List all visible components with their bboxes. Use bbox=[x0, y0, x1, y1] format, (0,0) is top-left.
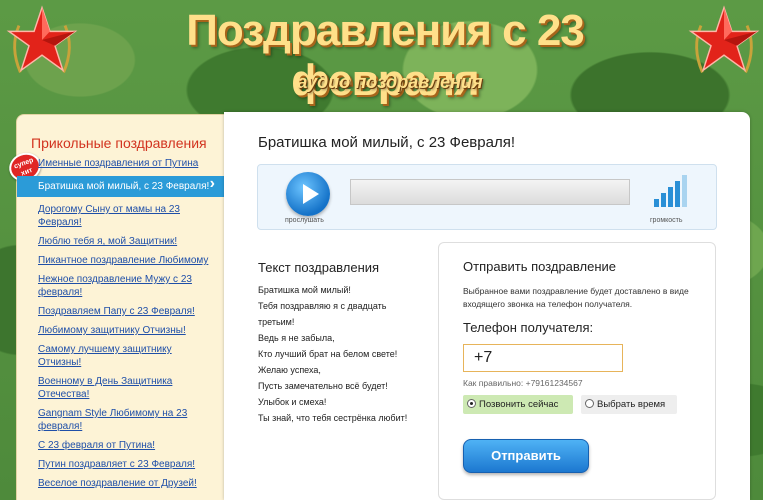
choose-time-option[interactable]: Выбрать время bbox=[581, 395, 677, 414]
send-title: Отправить поздравление bbox=[463, 259, 617, 274]
sidebar-item[interactable]: С 23 февраля от Путина! bbox=[17, 439, 225, 452]
radio-icon[interactable] bbox=[585, 399, 594, 408]
lyrics-text: Братишка мой милый! Тебя поздравляю я с … bbox=[258, 282, 428, 426]
lyrics-line: Пусть замечательно всё будет! bbox=[258, 381, 388, 391]
lyrics-line: Ты знай, что тебя сестрёнка любит! bbox=[258, 413, 408, 423]
phone-input[interactable] bbox=[463, 344, 623, 372]
sidebar-item[interactable]: Нежное поздравление Мужу с 23 февраля! bbox=[17, 273, 225, 299]
send-description: Выбранное вами поздравление будет достав… bbox=[463, 286, 689, 309]
lyrics-line: Улыбок и смеха! bbox=[258, 397, 327, 407]
site-subtitle: аудио поздравления bbox=[297, 72, 483, 92]
volume-icon[interactable] bbox=[654, 175, 688, 207]
call-now-label: Позвонить сейчас bbox=[479, 399, 559, 410]
play-button[interactable] bbox=[286, 172, 330, 216]
sidebar: Прикольные поздравления супер хит Именны… bbox=[5, 114, 225, 500]
lyrics-line: Братишка мой милый! bbox=[258, 285, 351, 295]
page-title: Братишка мой милый, с 23 Февраля! bbox=[258, 134, 515, 151]
site-header: Поздравления с 23 февраля аудио поздравл… bbox=[0, 0, 763, 110]
red-star-icon bbox=[6, 5, 78, 73]
sidebar-item[interactable]: Gangnam Style Любимому на 23 февраля! bbox=[17, 407, 225, 433]
main-panel: Братишка мой милый, с 23 Февраля! прослу… bbox=[224, 112, 750, 500]
lyrics-line: Желаю успеха, bbox=[258, 365, 321, 375]
play-label: прослушать bbox=[285, 217, 324, 224]
audio-player: прослушать громкость bbox=[257, 164, 717, 230]
sidebar-item[interactable]: Военному в День Защитника Отечества! bbox=[17, 375, 225, 401]
sidebar-item[interactable]: Путин поздравляет с 23 Февраля! bbox=[17, 458, 225, 471]
volume-label: громкость bbox=[650, 217, 683, 224]
sidebar-item[interactable]: Пикантное поздравление Любимому bbox=[17, 254, 225, 267]
lyrics-line: Тебя поздравляю я с двадцать bbox=[258, 301, 387, 311]
submit-button[interactable]: Отправить bbox=[463, 439, 589, 473]
sidebar-nav: Именные поздравления от Путина Братишка … bbox=[17, 157, 225, 496]
call-now-option[interactable]: Позвонить сейчас bbox=[463, 395, 573, 414]
sidebar-item[interactable]: Именные поздравления от Путина bbox=[17, 157, 225, 170]
lyrics-title: Текст поздравления bbox=[258, 260, 380, 275]
sidebar-item-active[interactable]: Братишка мой милый, с 23 Февраля! bbox=[17, 176, 225, 197]
phone-hint: Как правильно: +79161234567 bbox=[463, 378, 583, 388]
sidebar-title: Прикольные поздравления bbox=[31, 135, 207, 151]
sidebar-item[interactable]: Самому лучшему защитнику Отчизны! bbox=[17, 343, 225, 369]
red-star-icon bbox=[688, 5, 760, 73]
send-form: Отправить поздравление Выбранное вами по… bbox=[438, 242, 716, 500]
radio-selected-icon[interactable] bbox=[467, 399, 476, 408]
phone-label: Телефон получателя: bbox=[463, 320, 594, 335]
audio-progress-bar[interactable] bbox=[350, 179, 630, 205]
sidebar-item[interactable]: Люблю тебя я, мой Защитник! bbox=[17, 235, 225, 248]
choose-time-label: Выбрать время bbox=[597, 399, 666, 410]
sidebar-item[interactable]: Поздравляем Папу с 23 Февраля! bbox=[17, 305, 225, 318]
sidebar-item[interactable]: Веселое поздравление от Друзей! bbox=[17, 477, 225, 490]
sidebar-item[interactable]: Любимому защитнику Отчизны! bbox=[17, 324, 225, 337]
lyrics-line: третьим! bbox=[258, 317, 295, 327]
lyrics-line: Кто лучший брат на белом свете! bbox=[258, 349, 398, 359]
lyrics-line: Ведь я не забыла, bbox=[258, 333, 335, 343]
sidebar-item[interactable]: Дорогому Сыну от мамы на 23 Февраля! bbox=[17, 203, 225, 229]
